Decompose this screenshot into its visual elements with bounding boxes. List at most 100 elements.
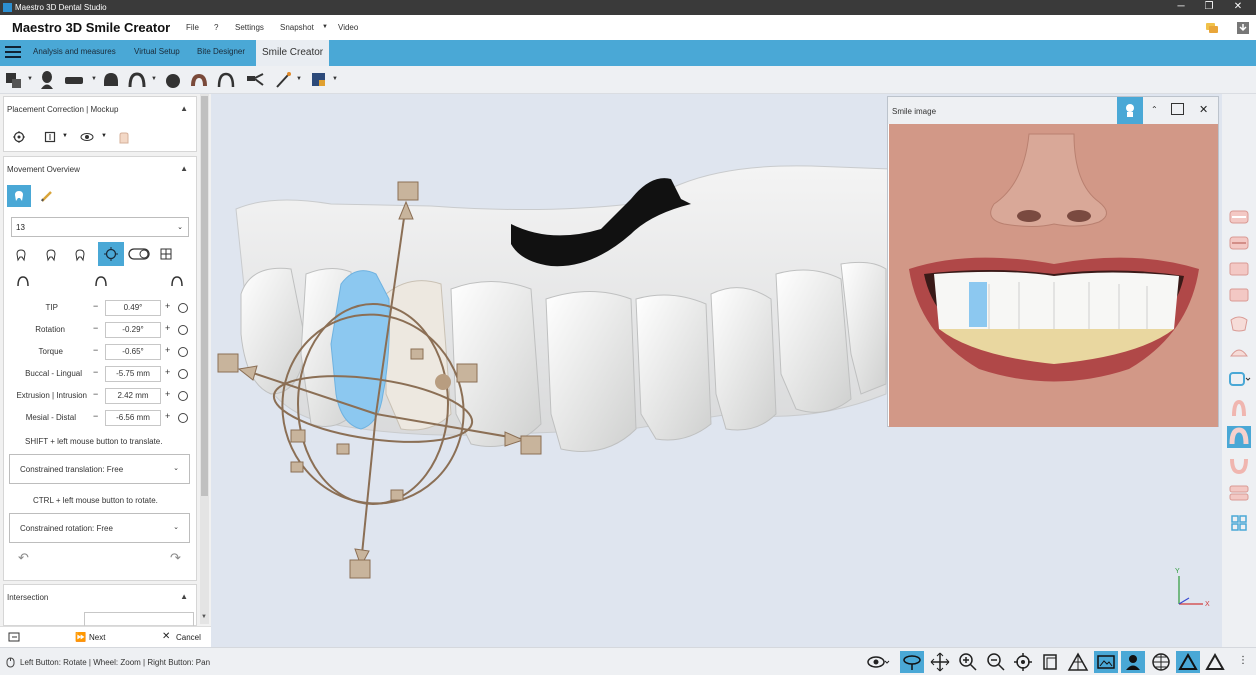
reset-icon[interactable] bbox=[178, 325, 188, 335]
eye-icon[interactable] bbox=[80, 132, 94, 142]
scrollbar-thumb[interactable] bbox=[201, 96, 208, 496]
tab-bite-designer[interactable]: Bite Designer bbox=[197, 47, 245, 56]
chevron-down-icon[interactable]: ▼ bbox=[101, 133, 107, 139]
mesial-distal-input[interactable]: -6.56 mm bbox=[105, 410, 161, 426]
gingiva-icon[interactable] bbox=[189, 70, 209, 90]
minimize-button[interactable]: ─ bbox=[1171, 1, 1191, 12]
more-options-icon[interactable]: ⋮ bbox=[1238, 655, 1248, 666]
redo-icon[interactable]: ↷ bbox=[170, 550, 181, 566]
torque-minus-button[interactable]: − bbox=[93, 345, 98, 355]
eye-icon[interactable] bbox=[866, 651, 890, 673]
undo-icon[interactable]: ↶ bbox=[18, 550, 29, 566]
tooth-mode-button[interactable] bbox=[7, 185, 31, 207]
triangle-outline-icon[interactable] bbox=[1203, 651, 1227, 673]
upper-occlusal-icon[interactable] bbox=[1227, 398, 1251, 420]
collapse-chevron-icon[interactable]: ▲ bbox=[180, 104, 188, 113]
tip-minus-button[interactable]: − bbox=[93, 301, 98, 311]
quad-view-icon[interactable] bbox=[1227, 512, 1251, 534]
mesial-plus-button[interactable]: + bbox=[165, 411, 170, 421]
buccal-plus-button[interactable]: + bbox=[165, 367, 170, 377]
head-model-icon[interactable] bbox=[37, 70, 57, 90]
sphere-model-icon[interactable] bbox=[163, 70, 183, 90]
menu-snapshot[interactable]: Snapshot bbox=[280, 23, 314, 32]
menu-help[interactable]: ? bbox=[214, 23, 218, 32]
face-overlay-button[interactable] bbox=[1121, 651, 1145, 673]
download-icon[interactable] bbox=[1236, 21, 1250, 35]
rotation-minus-button[interactable]: − bbox=[93, 323, 98, 333]
rotation-input[interactable]: -0.29° bbox=[105, 322, 161, 338]
tab-virtual-setup[interactable]: Virtual Setup bbox=[134, 47, 180, 56]
crosshair-icon[interactable] bbox=[13, 131, 25, 143]
jaw-right-icon[interactable] bbox=[1227, 284, 1251, 306]
reset-icon[interactable] bbox=[178, 413, 188, 423]
reset-icon[interactable] bbox=[178, 391, 188, 401]
hand-icon[interactable] bbox=[116, 129, 132, 145]
arch-curve-icon[interactable] bbox=[127, 70, 147, 90]
chevron-down-icon[interactable]: ▼ bbox=[296, 76, 302, 82]
chevron-down-icon[interactable]: ▼ bbox=[62, 133, 68, 139]
menu-video[interactable]: Video bbox=[338, 23, 358, 32]
zoom-in-icon[interactable] bbox=[956, 651, 980, 673]
globe-icon[interactable] bbox=[1149, 651, 1173, 673]
chevron-down-icon[interactable]: ▼ bbox=[332, 76, 338, 82]
extrusion-intrusion-input[interactable]: 2.42 mm bbox=[105, 388, 161, 404]
torque-input[interactable]: -0.65° bbox=[105, 344, 161, 360]
tip-plus-button[interactable]: + bbox=[165, 301, 170, 311]
layers-icon[interactable] bbox=[1038, 651, 1062, 673]
frame-icon[interactable] bbox=[44, 131, 56, 143]
lower-occlusal-icon[interactable] bbox=[1227, 454, 1251, 476]
dental-arch-icon[interactable] bbox=[64, 70, 84, 90]
chevron-down-icon[interactable]: ▼ bbox=[27, 76, 33, 82]
jaw-closed-icon[interactable] bbox=[1227, 232, 1251, 254]
attachment-tool-icon[interactable] bbox=[245, 70, 265, 90]
hamburger-menu-icon[interactable] bbox=[5, 46, 21, 59]
portrait-button[interactable] bbox=[1117, 97, 1143, 124]
center-view-icon[interactable] bbox=[1011, 651, 1035, 673]
extrusion-minus-button[interactable]: − bbox=[93, 389, 98, 399]
gizmo-mode-button[interactable] bbox=[98, 242, 124, 266]
torque-plus-button[interactable]: + bbox=[165, 345, 170, 355]
tooth-select[interactable]: 13 ⌄ bbox=[11, 217, 189, 237]
panel-toggle-icon[interactable] bbox=[8, 632, 20, 642]
chat-icon[interactable] bbox=[1205, 22, 1219, 34]
rotate-mode-button[interactable] bbox=[900, 651, 924, 673]
constrained-rotation-dropdown[interactable]: Constrained rotation: Free ⌄ bbox=[9, 513, 190, 543]
reset-icon[interactable] bbox=[178, 369, 188, 379]
arch-front-icon[interactable] bbox=[94, 275, 108, 287]
occlusal-view-button[interactable] bbox=[1227, 426, 1251, 448]
upper-arch-view-icon[interactable] bbox=[1227, 312, 1251, 334]
tab-analysis[interactable]: Analysis and measures bbox=[33, 47, 116, 56]
tooth-icon[interactable] bbox=[101, 70, 121, 90]
next-button[interactable]: Next bbox=[89, 633, 105, 642]
menu-file[interactable]: File bbox=[186, 23, 199, 32]
intersection-field[interactable] bbox=[84, 612, 194, 626]
upper-arch-icon[interactable] bbox=[216, 70, 236, 90]
tip-input[interactable]: 0.49° bbox=[105, 300, 161, 316]
reset-icon[interactable] bbox=[178, 303, 188, 313]
triangle-mode-button[interactable] bbox=[1176, 651, 1200, 673]
rotation-plus-button[interactable]: + bbox=[165, 323, 170, 333]
rotation-mode-icon[interactable] bbox=[45, 248, 59, 262]
chevron-down-icon[interactable]: ▼ bbox=[91, 76, 97, 82]
scroll-down-icon[interactable]: ▼ bbox=[201, 614, 207, 620]
arch-right-icon[interactable] bbox=[170, 275, 184, 287]
tip-mode-icon[interactable] bbox=[15, 248, 29, 262]
screen-export-icon[interactable] bbox=[309, 70, 329, 90]
collapse-chevron-icon[interactable]: ⌃ bbox=[1151, 105, 1158, 114]
cancel-button[interactable]: Cancel bbox=[176, 633, 201, 642]
tab-smile-creator[interactable]: Smile Creator bbox=[256, 40, 330, 66]
left-panel-scrollbar[interactable]: ▼ bbox=[200, 94, 209, 624]
brush-icon[interactable] bbox=[274, 70, 294, 90]
wireframe-icon[interactable] bbox=[1066, 651, 1090, 673]
extrusion-plus-button[interactable]: + bbox=[165, 389, 170, 399]
image-overlay-button[interactable] bbox=[1094, 651, 1118, 673]
close-window-button[interactable]: ✕ bbox=[1228, 1, 1248, 12]
pencil-icon[interactable] bbox=[40, 189, 54, 203]
buccal-lingual-input[interactable]: -5.75 mm bbox=[105, 366, 161, 382]
maximize-button[interactable]: ❐ bbox=[1199, 1, 1219, 12]
mesial-minus-button[interactable]: − bbox=[93, 411, 98, 421]
reset-icon[interactable] bbox=[178, 347, 188, 357]
close-icon[interactable]: ✕ bbox=[1199, 103, 1208, 116]
jaw-open-icon[interactable] bbox=[1227, 482, 1251, 504]
menu-settings[interactable]: Settings bbox=[235, 23, 264, 32]
